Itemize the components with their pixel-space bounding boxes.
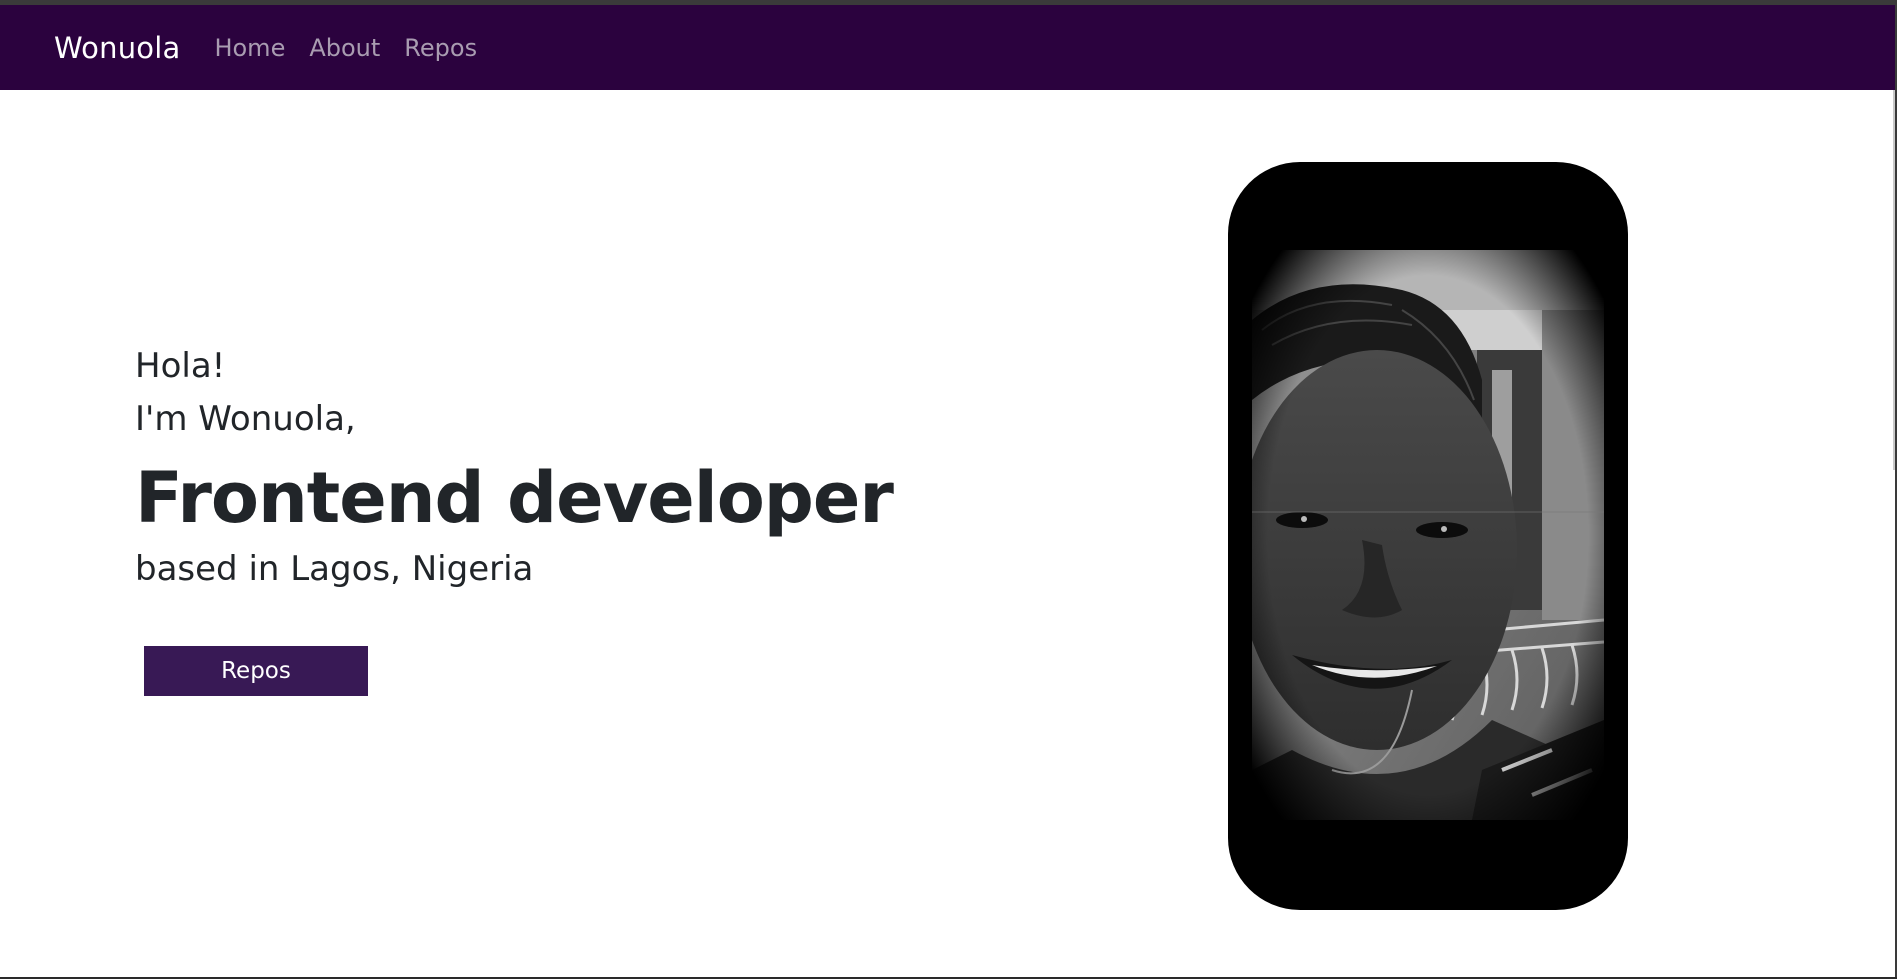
phone-frame <box>1228 162 1628 910</box>
scrollbar[interactable] <box>1893 90 1895 470</box>
location-text: based in Lagos, Nigeria <box>135 549 534 589</box>
repos-button[interactable]: Repos <box>144 646 368 696</box>
nav-link-home[interactable]: Home <box>214 34 285 62</box>
portrait-photo <box>1252 250 1604 820</box>
nav-links: Home About Repos <box>202 34 489 62</box>
navbar: Wonuola Home About Repos <box>0 5 1895 90</box>
browser-viewport: Wonuola Home About Repos Hola! I'm Wonuo… <box>0 5 1895 977</box>
hero-intro: Hola! I'm Wonuola, Frontend developer ba… <box>135 340 894 594</box>
intro-text: I'm Wonuola, <box>135 399 356 439</box>
brand-link[interactable]: Wonuola <box>54 31 180 65</box>
greeting-text: Hola! <box>135 346 226 386</box>
nav-link-repos[interactable]: Repos <box>404 34 477 62</box>
nav-link-about[interactable]: About <box>309 34 380 62</box>
role-heading: Frontend developer <box>135 457 894 539</box>
